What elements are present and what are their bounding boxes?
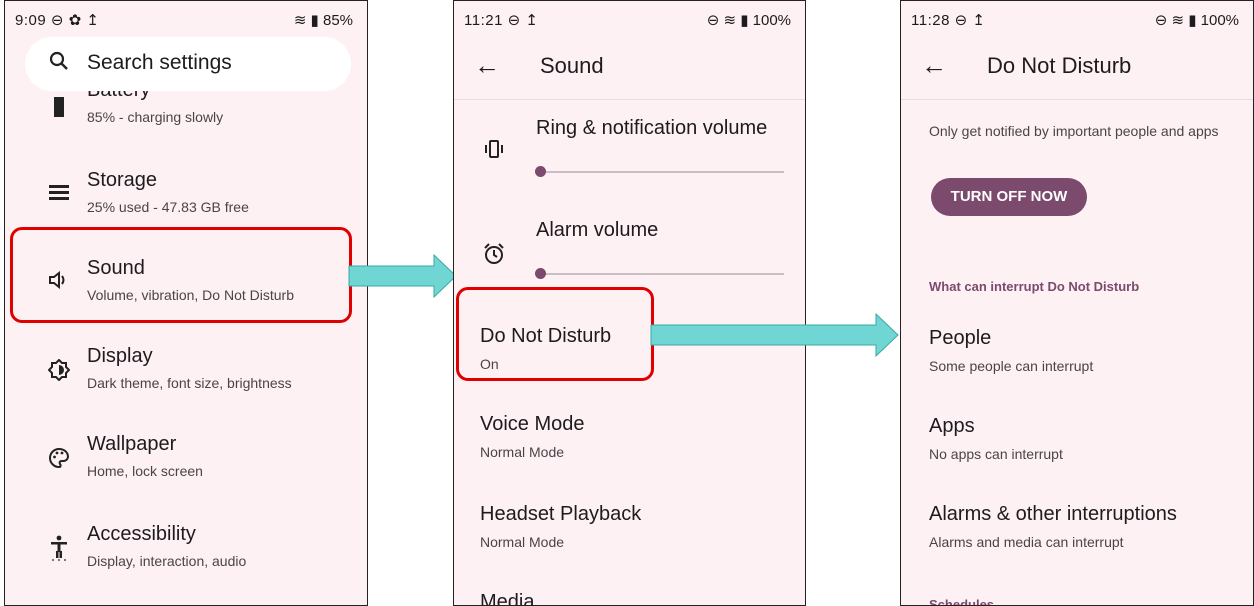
status-battery: ≋ ▮ 85% (293, 12, 353, 29)
alarm-clock-icon (480, 243, 508, 271)
alarm-volume-slider[interactable] (540, 273, 784, 275)
voice-mode-subtitle: Normal Mode (480, 444, 565, 460)
apps-item[interactable]: Apps No apps can interrupt (901, 415, 1253, 469)
status-bar: 9:09 ⊖ ✿ ↥ ≋ ▮ 85% (5, 7, 367, 33)
headset-playback-item[interactable]: Headset Playback Normal Mode (454, 503, 805, 557)
app-bar: ← Do Not Disturb (901, 33, 1253, 99)
media-item[interactable]: Media (454, 591, 805, 606)
palette-icon (45, 447, 73, 475)
app-bar: ← Sound (454, 33, 805, 99)
headset-playback-title: Headset Playback (480, 503, 642, 525)
accessibility-icon (45, 535, 73, 567)
sound-highlight-box (10, 227, 352, 323)
search-icon (49, 51, 69, 77)
settings-item-title: Storage (87, 169, 158, 191)
back-arrow-icon[interactable]: ← (474, 52, 500, 78)
ring-volume-setting: Ring & notification volume (454, 117, 805, 187)
status-battery: ⊖ ≋ ▮ 100% (706, 12, 791, 29)
brightness-icon (45, 358, 73, 387)
status-time: 11:21 ⊖ ↥ (464, 12, 539, 29)
vibrate-icon (480, 139, 508, 165)
alarm-volume-thumb[interactable] (535, 268, 546, 279)
status-battery: ⊖ ≋ ▮ 100% (1154, 12, 1239, 29)
settings-item-accessibility[interactable]: Accessibility Display, interaction, audi… (5, 523, 367, 577)
settings-item-subtitle: Dark theme, font size, brightness (87, 375, 292, 391)
flow-arrow-icon (348, 254, 457, 298)
sound-screen: 11:21 ⊖ ↥ ⊖ ≋ ▮ 100% ← Sound Ring & noti… (453, 0, 806, 606)
apps-title: Apps (929, 415, 975, 437)
apps-subtitle: No apps can interrupt (929, 446, 1063, 462)
voice-mode-title: Voice Mode (480, 413, 585, 435)
settings-item-title: Accessibility (87, 523, 196, 545)
settings-screen: 9:09 ⊖ ✿ ↥ ≋ ▮ 85% Battery 85% - chargin… (4, 0, 368, 606)
battery-icon (45, 95, 73, 125)
status-bar: 11:28 ⊖ ↥ ⊖ ≋ ▮ 100% (901, 7, 1253, 33)
ring-volume-thumb[interactable] (535, 166, 546, 177)
settings-item-storage[interactable]: Storage 25% used - 47.83 GB free (5, 169, 367, 223)
settings-item-subtitle: 85% - charging slowly (87, 109, 224, 125)
alarm-volume-setting: Alarm volume (454, 219, 805, 289)
settings-item-subtitle: Home, lock screen (87, 463, 203, 479)
settings-item-display[interactable]: Display Dark theme, font size, brightnes… (5, 345, 367, 399)
app-bar-divider (901, 99, 1253, 100)
settings-item-title: Wallpaper (87, 433, 177, 455)
app-bar-divider (454, 99, 805, 100)
status-bar: 11:21 ⊖ ↥ ⊖ ≋ ▮ 100% (454, 7, 805, 33)
storage-icon (45, 183, 73, 207)
media-title: Media (480, 591, 535, 606)
settings-item-title: Display (87, 345, 153, 367)
ring-volume-slider[interactable] (540, 171, 784, 173)
status-time: 11:28 ⊖ ↥ (911, 12, 986, 29)
search-bar[interactable]: Search settings (25, 37, 351, 91)
page-title: Sound (540, 53, 604, 78)
page-title: Do Not Disturb (987, 53, 1132, 78)
settings-item-subtitle: Display, interaction, audio (87, 553, 247, 569)
alarms-subtitle: Alarms and media can interrupt (929, 534, 1124, 550)
settings-item-subtitle: 25% used - 47.83 GB free (87, 199, 249, 215)
headset-playback-subtitle: Normal Mode (480, 534, 565, 550)
flow-arrow-icon (650, 313, 899, 357)
status-time: 9:09 ⊖ ✿ ↥ (15, 12, 100, 29)
alarms-title: Alarms & other interruptions (929, 503, 1177, 525)
interrupt-section-header: What can interrupt Do Not Disturb (929, 279, 1140, 294)
do-not-disturb-highlight-box (456, 287, 654, 381)
turn-off-now-button[interactable]: TURN OFF NOW (931, 178, 1087, 216)
search-placeholder: Search settings (87, 51, 232, 74)
people-item[interactable]: People Some people can interrupt (901, 327, 1253, 381)
ring-volume-label: Ring & notification volume (536, 117, 768, 139)
settings-item-wallpaper[interactable]: Wallpaper Home, lock screen (5, 433, 367, 487)
schedules-section-header: Schedules (929, 597, 995, 606)
people-subtitle: Some people can interrupt (929, 358, 1094, 374)
back-arrow-icon[interactable]: ← (921, 52, 947, 78)
dnd-description: Only get notified by important people an… (929, 123, 1219, 139)
people-title: People (929, 327, 992, 349)
alarm-volume-label: Alarm volume (536, 219, 659, 241)
voice-mode-item[interactable]: Voice Mode Normal Mode (454, 413, 805, 467)
do-not-disturb-screen: 11:28 ⊖ ↥ ⊖ ≋ ▮ 100% ← Do Not Disturb On… (900, 0, 1254, 606)
alarms-item[interactable]: Alarms & other interruptions Alarms and … (901, 503, 1253, 557)
